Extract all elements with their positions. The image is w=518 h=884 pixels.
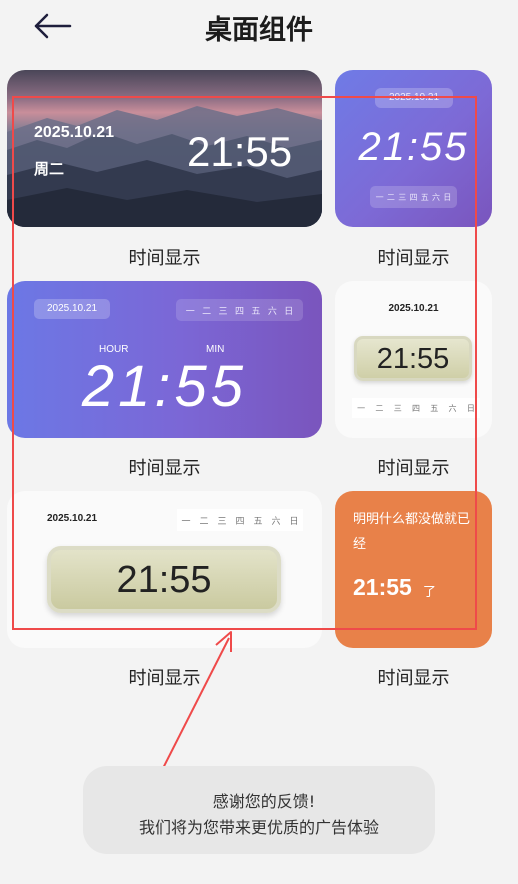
weekday-item: 日 [289, 516, 299, 527]
weekday-item: 一 [185, 306, 195, 317]
weekday-strip: 一 二 三 四 五 六 日 [352, 398, 480, 418]
widget-text: 明明什么都没做就已经 [353, 512, 471, 552]
widget-caption: 时间显示 [128, 668, 201, 689]
weekday-item: 二 [375, 403, 384, 413]
weekday-item: 二 [199, 516, 209, 527]
weekday-item: 六 [432, 192, 441, 202]
weekday-item: 四 [234, 306, 244, 317]
weekday-item: 五 [430, 403, 439, 413]
weekday-item: 五 [420, 192, 429, 202]
widget-landscape-clock[interactable]: 2025.10.21 周二 21:55 [7, 70, 322, 227]
page-title: 桌面组件 [205, 15, 313, 46]
weekday-item: 六 [271, 516, 281, 527]
weekday-strip: 一 二 三 四 五 六 日 [177, 509, 303, 531]
weekday-item: 日 [284, 306, 294, 317]
weekday-item: 日 [443, 192, 452, 202]
weekday-item: 三 [218, 306, 228, 317]
weekday-item: 五 [253, 516, 263, 527]
weekday-label: 周二 [34, 160, 65, 178]
feedback-toast: 感谢您的反馈! 我们将为您带来更优质的广告体验 [83, 766, 435, 854]
widget-caption: 时间显示 [128, 458, 201, 479]
weekday-item: 四 [409, 192, 418, 202]
weekday-item: 六 [267, 306, 277, 317]
date-label: 2025.10.21 [34, 124, 115, 141]
weekday-item: 一 [181, 516, 191, 527]
weekday-item: 二 [386, 192, 395, 202]
header: 桌面组件 [0, 0, 518, 56]
lcd-display: 21:55 [354, 336, 472, 381]
weekday-item: 三 [398, 192, 407, 202]
widget-purple-small-clock[interactable]: 2025.10.21 21:55 一 二 三 四 五 六 日 [335, 70, 492, 227]
widget-purple-wide-clock[interactable]: 2025.10.21 一 二 三 四 五 六 日 HOUR MIN 21:55 [7, 281, 322, 438]
suffix-label: 了 [423, 585, 437, 600]
widget-lcd-wide-clock[interactable]: 2025.10.21 一 二 三 四 五 六 日 21:55 [7, 491, 322, 648]
weekday-strip: 一 二 三 四 五 六 日 [176, 299, 303, 321]
widget-caption: 时间显示 [377, 458, 450, 479]
weekday-item: 三 [217, 516, 227, 527]
time-label: 21:55 [358, 125, 469, 169]
time-label: 21:55 [187, 128, 293, 175]
widget-caption: 时间显示 [377, 248, 450, 269]
toast-line-1: 感谢您的反馈! [212, 792, 316, 811]
date-label: 2025.10.21 [388, 303, 439, 314]
weekday-item: 日 [466, 403, 475, 413]
date-label: 2025.10.21 [375, 88, 453, 108]
time-label: 21:55 [376, 343, 450, 375]
date-label: 2025.10.21 [47, 513, 98, 524]
time-label: 21:55 [353, 574, 412, 600]
toast-line-2: 我们将为您带来更优质的广告体验 [138, 818, 379, 837]
weekday-strip: 一 二 三 四 五 六 日 [370, 186, 457, 208]
weekday-item: 一 [357, 403, 366, 413]
weekday-item: 三 [393, 403, 402, 413]
widget-caption: 时间显示 [377, 668, 450, 689]
weekday-item: 二 [202, 306, 212, 317]
weekday-item: 四 [411, 403, 420, 413]
lcd-display: 21:55 [47, 546, 281, 613]
time-label: 21:55 [116, 559, 212, 601]
weekday-item: 六 [448, 403, 457, 413]
weekday-item: 五 [251, 306, 261, 317]
widget-lcd-small-clock[interactable]: 2025.10.21 21:55 一 二 三 四 五 六 日 [335, 281, 492, 438]
time-label: 21:55 [81, 354, 248, 419]
widget-orange-text-clock[interactable]: 明明什么都没做就已经 21:55 了 [335, 491, 492, 648]
weekday-item: 四 [235, 516, 245, 527]
weekday-item: 一 [375, 192, 384, 202]
widget-caption: 时间显示 [128, 248, 201, 269]
date-label: 2025.10.21 [34, 299, 110, 319]
